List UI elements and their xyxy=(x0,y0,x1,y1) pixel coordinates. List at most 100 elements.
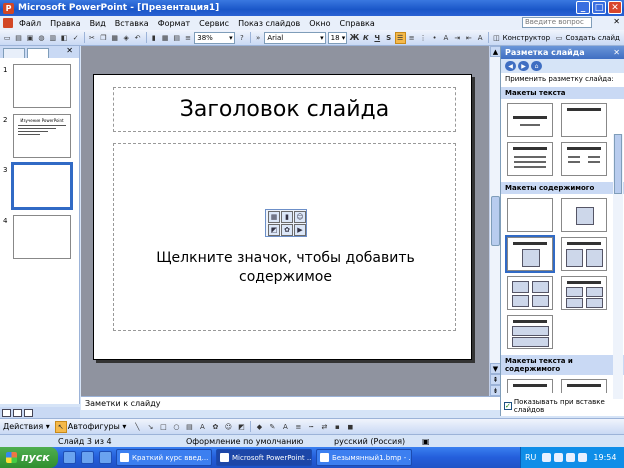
quicklaunch-media-icon[interactable] xyxy=(99,451,112,464)
slides-tab[interactable] xyxy=(27,48,49,58)
cut-icon[interactable]: ✂ xyxy=(87,32,97,44)
preview-icon[interactable]: ◧ xyxy=(59,32,69,44)
align-center-icon[interactable]: ≡ xyxy=(407,32,417,44)
print-icon[interactable]: ▥ xyxy=(48,32,58,44)
paste-icon[interactable]: ▦ xyxy=(110,32,120,44)
insert-chart-icon[interactable]: ▮ xyxy=(149,32,159,44)
close-pane-icon[interactable]: ✕ xyxy=(66,46,73,55)
layout-four-content[interactable] xyxy=(507,276,553,310)
textbox-icon[interactable]: ▤ xyxy=(183,421,195,433)
maximize-button[interactable]: □ xyxy=(592,1,606,14)
help-icon[interactable]: ? xyxy=(237,32,247,44)
indent-icon[interactable]: ⇥ xyxy=(452,32,462,44)
arrow-style-icon[interactable]: ⇄ xyxy=(318,421,330,433)
close-task-pane-icon[interactable]: ✕ xyxy=(613,46,620,59)
layout-title-two-content[interactable] xyxy=(561,237,607,271)
actions-menu[interactable]: Действия ▾ xyxy=(3,422,50,431)
menu-tools[interactable]: Сервис xyxy=(199,19,229,28)
shadow-style-icon[interactable]: ▪ xyxy=(331,421,343,433)
outdent-icon[interactable]: ⇤ xyxy=(464,32,474,44)
slide-thumbnail-1[interactable]: 1 xyxy=(0,64,78,112)
close-button[interactable]: ✕ xyxy=(608,1,622,14)
new-slide-button[interactable]: Создать слайд xyxy=(565,34,619,42)
layout-text-content-2[interactable] xyxy=(561,379,607,393)
show-on-insert-checkbox[interactable]: ✓ xyxy=(504,402,512,410)
font-size-select[interactable]: 18 xyxy=(327,31,348,44)
start-button[interactable]: пуск xyxy=(0,447,58,468)
select-objects-icon[interactable]: ↖ xyxy=(54,420,67,433)
menu-window[interactable]: Окно xyxy=(309,19,330,28)
layout-title-slide[interactable] xyxy=(507,103,553,137)
slide-thumbnail-4[interactable]: 4 xyxy=(0,215,78,263)
layout-title-content[interactable] xyxy=(505,235,555,273)
insert-table-icon[interactable]: ▦ xyxy=(160,32,170,44)
grid-icon[interactable]: ▤ xyxy=(171,32,181,44)
tray-icon[interactable] xyxy=(578,453,588,462)
new-slide-icon[interactable]: ▭ xyxy=(554,32,564,44)
expand-icon[interactable]: ≡ xyxy=(183,32,193,44)
menu-file[interactable]: Файл xyxy=(19,19,41,28)
taskbar-item-word[interactable]: Краткий курс введ... xyxy=(116,449,212,466)
layout-title-only[interactable] xyxy=(561,103,607,137)
diagram-icon[interactable]: ✿ xyxy=(209,421,221,433)
menu-help[interactable]: Справка xyxy=(340,19,375,28)
open-icon[interactable]: ▤ xyxy=(13,32,23,44)
shadow-button[interactable]: S xyxy=(383,32,393,44)
align-left-icon[interactable]: ☰ xyxy=(394,31,406,44)
taskbar-item-powerpoint[interactable]: Microsoft PowerPoint ... xyxy=(216,449,312,466)
language-indicator[interactable]: RU xyxy=(525,453,536,462)
menu-edit[interactable]: Правка xyxy=(50,19,80,28)
menu-insert[interactable]: Вставка xyxy=(115,19,149,28)
back-icon[interactable]: ◀ xyxy=(505,61,516,71)
fill-color-icon[interactable]: ◆ xyxy=(253,421,265,433)
tray-icon[interactable] xyxy=(566,453,576,462)
undo-icon[interactable]: ↶ xyxy=(132,32,142,44)
clipart-icon[interactable]: ☺ xyxy=(222,421,234,433)
save-icon[interactable]: ▣ xyxy=(25,32,35,44)
sorter-view-icon[interactable] xyxy=(13,409,22,417)
oval-icon[interactable]: ○ xyxy=(170,421,182,433)
copy-icon[interactable]: ❐ xyxy=(98,32,108,44)
layout-two-column-text[interactable] xyxy=(561,142,607,176)
designer-icon[interactable]: ◫ xyxy=(491,32,501,44)
permission-icon[interactable]: ◍ xyxy=(36,32,46,44)
content-placeholder[interactable]: ▦ ▮ ☺ ◩ ✿ ▶ Щелкните значок, чтобы добав… xyxy=(113,143,456,331)
bold-button[interactable]: Ж xyxy=(349,32,360,44)
font-select[interactable]: Arial xyxy=(264,31,326,44)
tray-icon[interactable] xyxy=(554,453,564,462)
title-placeholder[interactable]: Заголовок слайда xyxy=(113,87,456,132)
menu-format[interactable]: Формат xyxy=(158,19,190,28)
rectangle-icon[interactable]: □ xyxy=(157,421,169,433)
picture-icon[interactable]: ◩ xyxy=(235,421,247,433)
normal-view-icon[interactable] xyxy=(2,409,11,417)
line-color-icon[interactable]: ✎ xyxy=(266,421,278,433)
task-pane-scrollbar[interactable] xyxy=(613,134,623,399)
options-icon[interactable]: » xyxy=(253,32,263,44)
minimize-button[interactable]: _ xyxy=(576,1,590,14)
quicklaunch-desktop-icon[interactable] xyxy=(81,451,94,464)
layout-blank[interactable] xyxy=(507,198,553,232)
slideshow-view-icon[interactable] xyxy=(24,409,33,417)
text-color-icon[interactable]: A xyxy=(279,421,291,433)
notes-pane[interactable]: Заметки к слайду xyxy=(81,396,500,410)
slide-thumbnail-3[interactable]: 3 xyxy=(0,162,78,212)
menu-view[interactable]: Вид xyxy=(90,19,106,28)
taskbar-item-paint[interactable]: Безымянный1.bmp - ... xyxy=(316,449,412,466)
font-grow-icon[interactable]: A xyxy=(441,32,451,44)
outline-tab[interactable] xyxy=(3,48,25,58)
numbering-icon[interactable]: ⋮ xyxy=(418,32,428,44)
layout-text-content-1[interactable] xyxy=(507,379,553,393)
font-color-icon[interactable]: A xyxy=(475,32,485,44)
slide-thumbnail-2[interactable]: 2 Изучение PowerPoint xyxy=(0,114,78,162)
home-icon[interactable]: ⌂ xyxy=(531,61,542,71)
insert-diagram-icon[interactable]: ✿ xyxy=(281,224,293,236)
quicklaunch-ie-icon[interactable] xyxy=(63,451,76,464)
arrow-icon[interactable]: ↘ xyxy=(144,421,156,433)
close-document-icon[interactable]: ✕ xyxy=(613,17,620,26)
layout-title-large-content[interactable] xyxy=(507,315,553,349)
help-search-input[interactable]: Введите вопрос xyxy=(522,17,592,28)
insert-media-icon[interactable]: ▶ xyxy=(294,224,306,236)
insert-table-icon[interactable]: ▦ xyxy=(268,211,280,223)
bullets-icon[interactable]: • xyxy=(429,32,439,44)
spelling-icon[interactable]: ✓ xyxy=(70,32,80,44)
